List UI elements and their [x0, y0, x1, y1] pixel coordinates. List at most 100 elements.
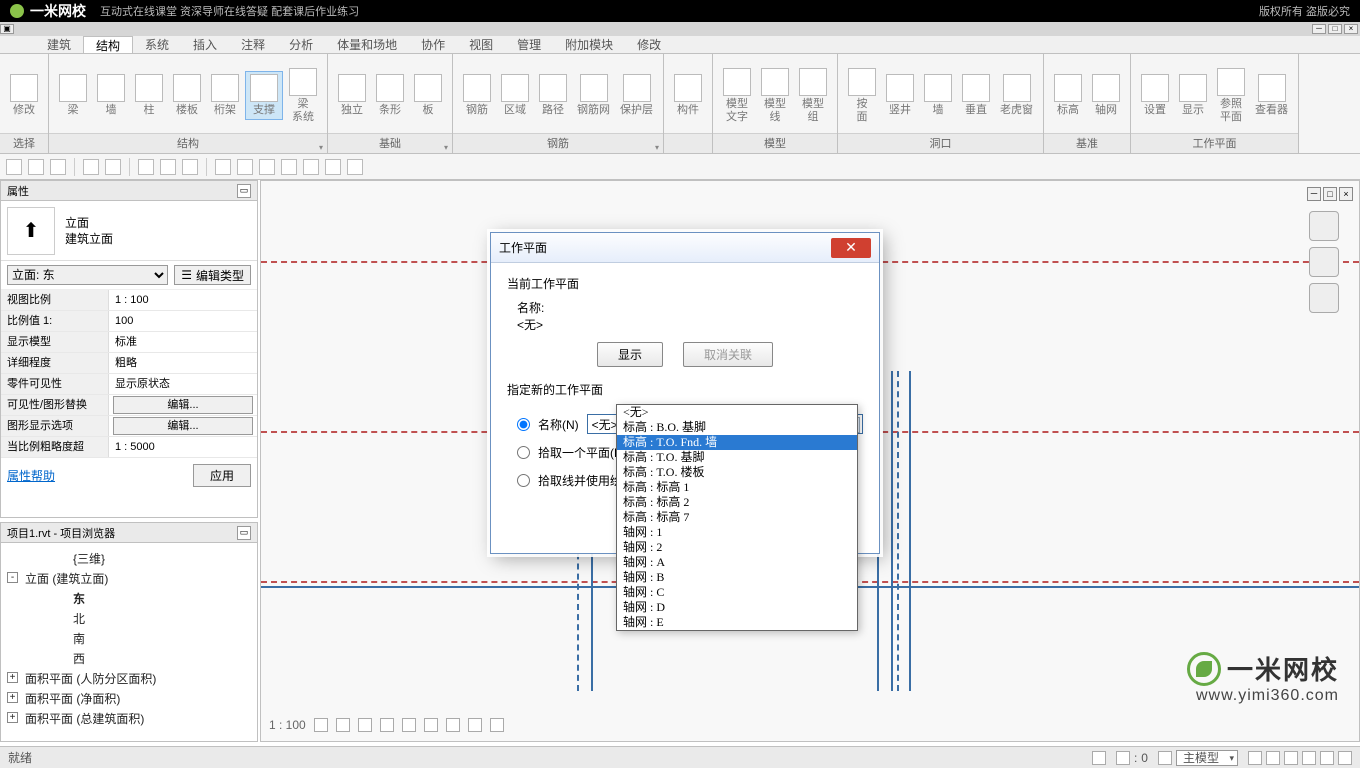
qat-switch-icon[interactable]	[303, 159, 319, 175]
select-links-icon[interactable]	[1248, 751, 1262, 765]
tab-collab[interactable]: 协作	[409, 36, 457, 53]
tab-addins[interactable]: 附加模块	[553, 36, 625, 53]
tree-node[interactable]: 南	[5, 629, 253, 649]
qat-print-icon[interactable]	[138, 159, 154, 175]
radio-pick-line[interactable]	[517, 474, 530, 487]
ribbon-button[interactable]: 轴网	[1088, 72, 1124, 119]
dropdown-option[interactable]: 轴网 : C	[617, 585, 857, 600]
tab-system[interactable]: 系统	[133, 36, 181, 53]
ribbon-button[interactable]: 按 面	[844, 66, 880, 126]
ribbon-button[interactable]: 模型 文字	[719, 66, 755, 126]
dropdown-option[interactable]: 轴网 : B	[617, 570, 857, 585]
drag-icon[interactable]	[1320, 751, 1334, 765]
chevron-down-icon[interactable]: ▾	[444, 138, 448, 158]
ribbon-button[interactable]: 构件	[670, 72, 706, 119]
select-face-icon[interactable]	[1302, 751, 1316, 765]
ribbon-button[interactable]: 柱	[131, 72, 167, 119]
view-scale[interactable]: 1 : 100	[269, 718, 306, 732]
ribbon-button[interactable]: 楼板	[169, 72, 205, 119]
dropdown-option[interactable]: 标高 : T.O. 楼板	[617, 465, 857, 480]
tab-struct[interactable]: 结构	[83, 36, 133, 53]
visual-style-icon[interactable]	[336, 718, 350, 732]
property-value[interactable]: 1 : 5000	[109, 437, 257, 457]
tab-annotate[interactable]: 注释	[229, 36, 277, 53]
expand-icon[interactable]: +	[7, 692, 18, 703]
apply-button[interactable]: 应用	[193, 464, 251, 487]
qat-measure-icon[interactable]	[160, 159, 176, 175]
expand-icon[interactable]: +	[7, 672, 18, 683]
type-preview[interactable]: ⬆ 立面 建筑立面	[1, 201, 257, 261]
lock-icon[interactable]	[446, 718, 460, 732]
ribbon-button[interactable]: 墙	[920, 72, 956, 119]
app-menu-icon[interactable]: ▣	[0, 24, 14, 34]
qat-misc1-icon[interactable]	[325, 159, 341, 175]
property-value[interactable]: 标准	[109, 332, 257, 352]
ribbon-button[interactable]: 老虎窗	[996, 72, 1037, 119]
qat-thin-icon[interactable]	[259, 159, 275, 175]
dropdown-option[interactable]: 标高 : 标高 7	[617, 510, 857, 525]
ribbon-button[interactable]: 查看器	[1251, 72, 1292, 119]
ribbon-button[interactable]: 修改	[6, 72, 42, 119]
detail-level-icon[interactable]	[314, 718, 328, 732]
ribbon-button[interactable]: 模型 线	[757, 66, 793, 126]
dropdown-option[interactable]: 标高 : 标高 1	[617, 480, 857, 495]
tree-node[interactable]: +面积平面 (净面积)	[5, 689, 253, 709]
crop-icon[interactable]	[402, 718, 416, 732]
property-value[interactable]: 100	[109, 311, 257, 331]
ribbon-button[interactable]: 设置	[1137, 72, 1173, 119]
tree-node[interactable]: {三维}	[5, 549, 253, 569]
properties-close-icon[interactable]: ▭	[237, 184, 251, 198]
main-model-selector[interactable]: 主模型	[1176, 750, 1238, 766]
tab-modify[interactable]: 修改	[625, 36, 673, 53]
dropdown-option[interactable]: 标高 : 标高 2	[617, 495, 857, 510]
property-value[interactable]: 粗略	[109, 353, 257, 373]
name-combo-dropdown[interactable]: <无>标高 : B.O. 基脚标高 : T.O. Fnd. 墙标高 : T.O.…	[616, 404, 858, 631]
tab-analyze[interactable]: 分析	[277, 36, 325, 53]
ribbon-button[interactable]: 标高	[1050, 72, 1086, 119]
qat-close-icon[interactable]	[281, 159, 297, 175]
tab-arch[interactable]: 建筑	[35, 36, 83, 53]
dialog-close-button[interactable]: ✕	[831, 238, 871, 258]
reveal-icon[interactable]	[490, 718, 504, 732]
ribbon-button[interactable]: 条形	[372, 72, 408, 119]
qat-save-icon[interactable]	[50, 159, 66, 175]
status-icon[interactable]	[1092, 751, 1106, 765]
collapse-icon[interactable]: -	[7, 572, 18, 583]
pan-icon[interactable]	[1309, 283, 1339, 313]
ribbon-button[interactable]: 梁 系统	[285, 66, 321, 126]
ribbon-button[interactable]: 保护层	[616, 72, 657, 119]
qat-redo-icon[interactable]	[105, 159, 121, 175]
ribbon-button[interactable]: 显示	[1175, 72, 1211, 119]
type-selector[interactable]: 立面: 东	[7, 265, 168, 285]
show-button[interactable]: 显示	[597, 342, 663, 367]
ribbon-button[interactable]: 梁	[55, 72, 91, 119]
qat-3d-icon[interactable]	[215, 159, 231, 175]
ribbon-button[interactable]: 路径	[535, 72, 571, 119]
min-button[interactable]: －	[1312, 24, 1326, 34]
dropdown-option[interactable]: 轴网 : 1	[617, 525, 857, 540]
status-icon[interactable]	[1116, 751, 1130, 765]
dropdown-option[interactable]: <无>	[617, 405, 857, 420]
qat-section-icon[interactable]	[237, 159, 253, 175]
viewcube-icon[interactable]	[1309, 211, 1339, 241]
properties-help-link[interactable]: 属性帮助	[7, 467, 55, 484]
tab-massing[interactable]: 体量和场地	[325, 36, 409, 53]
select-underlay-icon[interactable]	[1266, 751, 1280, 765]
dropdown-option[interactable]: 轴网 : A	[617, 555, 857, 570]
ribbon-button[interactable]: 支撑	[245, 71, 283, 120]
ribbon-button[interactable]: 竖井	[882, 72, 918, 119]
tree-node[interactable]: +面积平面 (人防分区面积)	[5, 669, 253, 689]
radio-pick-plane[interactable]	[517, 446, 530, 459]
property-value[interactable]: 1 : 100	[109, 290, 257, 310]
sun-path-icon[interactable]	[358, 718, 372, 732]
ribbon-button[interactable]: 钢筋	[459, 72, 495, 119]
dropdown-option[interactable]: 标高 : B.O. 基脚	[617, 420, 857, 435]
qat-misc2-icon[interactable]	[347, 159, 363, 175]
ribbon-button[interactable]: 参照 平面	[1213, 66, 1249, 126]
close-button[interactable]: ×	[1344, 24, 1358, 34]
chevron-down-icon[interactable]: ▾	[319, 138, 323, 158]
ribbon-button[interactable]: 模型 组	[795, 66, 831, 126]
dropdown-option[interactable]: 标高 : T.O. Fnd. 墙	[617, 435, 857, 450]
tab-insert[interactable]: 插入	[181, 36, 229, 53]
property-value[interactable]: 显示原状态	[109, 374, 257, 394]
